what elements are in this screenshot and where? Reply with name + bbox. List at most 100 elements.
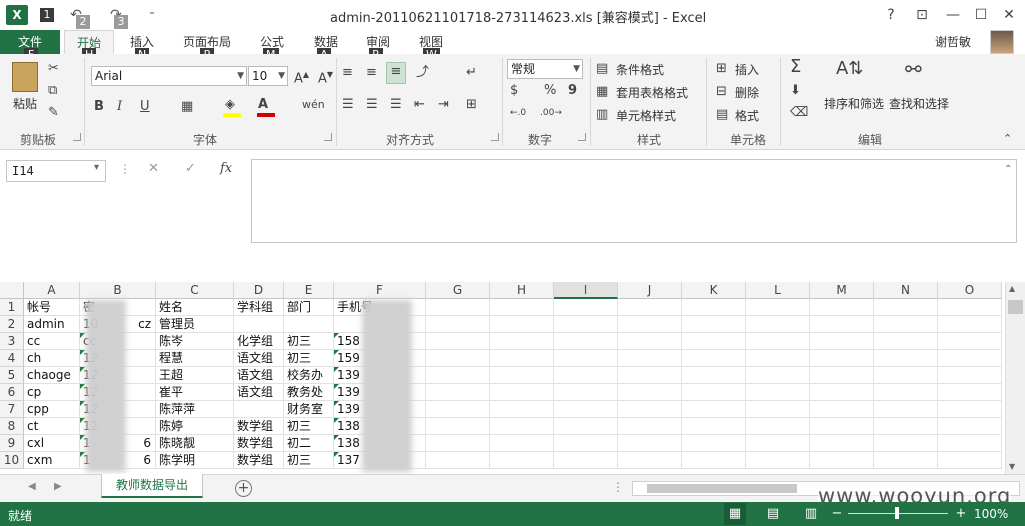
cell-n7[interactable] <box>874 401 938 418</box>
clear-icon[interactable]: ⌫ <box>790 104 808 122</box>
cell-h9[interactable] <box>490 435 554 452</box>
cell-l2[interactable] <box>746 316 810 333</box>
cell-c1[interactable]: 姓名 <box>156 299 234 316</box>
formula-input[interactable] <box>251 159 1017 243</box>
cell-e10[interactable]: 初三 <box>284 452 334 469</box>
column-header-j[interactable]: J <box>618 282 682 299</box>
row-header[interactable]: 3 <box>0 333 24 350</box>
cell-i7[interactable] <box>554 401 618 418</box>
align-bottom-icon[interactable]: ≡ <box>386 62 406 84</box>
cell-c7[interactable]: 陈萍萍 <box>156 401 234 418</box>
cell-g4[interactable] <box>426 350 490 367</box>
cell-c9[interactable]: 陈晓靓 <box>156 435 234 452</box>
cell-k5[interactable] <box>682 367 746 384</box>
cell-j1[interactable] <box>618 299 682 316</box>
binoculars-icon[interactable]: ⚯ <box>905 59 922 79</box>
cell-e6[interactable]: 教务处 <box>284 384 334 401</box>
cell-c4[interactable]: 程慧 <box>156 350 234 367</box>
cell-d6[interactable]: 语文组 <box>234 384 284 401</box>
zoom-in-button[interactable]: + <box>950 503 972 525</box>
page-layout-view-icon[interactable]: ▤ <box>762 503 784 525</box>
column-header-a[interactable]: A <box>24 282 80 299</box>
cell-h7[interactable] <box>490 401 554 418</box>
cell-d1[interactable]: 学科组 <box>234 299 284 316</box>
number-format-combo[interactable]: 常规 ▼ <box>507 59 583 79</box>
cell-h6[interactable] <box>490 384 554 401</box>
tab-split-grip-icon[interactable]: ⋮ <box>612 480 624 494</box>
cell-e1[interactable]: 部门 <box>284 299 334 316</box>
insert-function-button[interactable]: fx <box>220 160 232 178</box>
orientation-icon[interactable]: ⤴ <box>416 64 429 82</box>
align-center-icon[interactable]: ☰ <box>366 96 378 114</box>
cell-h1[interactable] <box>490 299 554 316</box>
cell-o7[interactable] <box>938 401 1002 418</box>
collapse-ribbon-icon[interactable]: ⌃ <box>1003 130 1012 148</box>
cell-d9[interactable]: 数学组 <box>234 435 284 452</box>
cell-a8[interactable]: ct <box>24 418 80 435</box>
cell-j7[interactable] <box>618 401 682 418</box>
cell-g6[interactable] <box>426 384 490 401</box>
column-header-e[interactable]: E <box>284 282 334 299</box>
underline-button[interactable]: U <box>140 98 150 116</box>
cell-l5[interactable] <box>746 367 810 384</box>
cell-m9[interactable] <box>810 435 874 452</box>
cell-k4[interactable] <box>682 350 746 367</box>
cell-g1[interactable] <box>426 299 490 316</box>
sort-filter-button[interactable]: 排序和筛选 <box>824 95 884 112</box>
row-header[interactable]: 1 <box>0 299 24 316</box>
row-header[interactable]: 4 <box>0 350 24 367</box>
font-size-combo[interactable]: 10 ▼ <box>248 66 288 86</box>
decrease-font-icon[interactable]: A▼ <box>318 66 333 88</box>
ribbon-display-button[interactable]: ⊡ <box>911 4 933 26</box>
paste-button[interactable]: 粘贴 <box>13 95 37 112</box>
cell-o3[interactable] <box>938 333 1002 350</box>
maximize-button[interactable]: ☐ <box>970 4 992 26</box>
cell-d3[interactable]: 化学组 <box>234 333 284 350</box>
insert-cells-button[interactable]: 插入 <box>735 61 759 78</box>
cell-i10[interactable] <box>554 452 618 469</box>
comma-style-button[interactable]: 9 <box>568 82 577 100</box>
user-name[interactable]: 谢哲敏 <box>935 33 971 50</box>
cell-k2[interactable] <box>682 316 746 333</box>
align-middle-icon[interactable]: ≡ <box>366 64 377 82</box>
cell-a9[interactable]: cxl <box>24 435 80 452</box>
cell-m6[interactable] <box>810 384 874 401</box>
cell-style-icon[interactable]: ▥ <box>596 106 608 124</box>
cell-a7[interactable]: cpp <box>24 401 80 418</box>
cell-n2[interactable] <box>874 316 938 333</box>
cell-h4[interactable] <box>490 350 554 367</box>
cell-c3[interactable]: 陈岑 <box>156 333 234 350</box>
close-button[interactable]: ✕ <box>998 4 1020 26</box>
cell-e8[interactable]: 初三 <box>284 418 334 435</box>
cell-o6[interactable] <box>938 384 1002 401</box>
namebox-chevron-down-icon[interactable]: ▾ <box>94 162 99 173</box>
align-right-icon[interactable]: ☰ <box>390 96 402 114</box>
cell-k10[interactable] <box>682 452 746 469</box>
enter-button[interactable]: ✓ <box>185 160 196 178</box>
number-launcher-icon[interactable] <box>578 133 586 141</box>
row-header[interactable]: 2 <box>0 316 24 333</box>
merge-center-icon[interactable]: ⊞ <box>466 96 477 114</box>
cell-n8[interactable] <box>874 418 938 435</box>
column-header-o[interactable]: O <box>938 282 1002 299</box>
insert-cells-icon[interactable]: ⊞ <box>716 60 727 78</box>
cell-n4[interactable] <box>874 350 938 367</box>
percent-button[interactable]: % <box>544 82 556 100</box>
cell-l10[interactable] <box>746 452 810 469</box>
column-header-f[interactable]: F <box>334 282 426 299</box>
cell-j4[interactable] <box>618 350 682 367</box>
cell-d2[interactable] <box>234 316 284 333</box>
name-box[interactable]: I14 <box>6 160 106 182</box>
sort-filter-icon[interactable]: A⇅ <box>836 60 863 78</box>
format-painter-icon[interactable]: ✎ <box>48 104 59 122</box>
cell-d8[interactable]: 数学组 <box>234 418 284 435</box>
cell-a6[interactable]: cp <box>24 384 80 401</box>
table-format-icon[interactable]: ▦ <box>596 83 608 101</box>
delete-cells-icon[interactable]: ⊟ <box>716 83 727 101</box>
cell-c5[interactable]: 王超 <box>156 367 234 384</box>
cell-d4[interactable]: 语文组 <box>234 350 284 367</box>
cell-n9[interactable] <box>874 435 938 452</box>
cell-j5[interactable] <box>618 367 682 384</box>
increase-decimal-icon[interactable]: ←.0 <box>510 104 526 122</box>
paste-icon[interactable] <box>12 62 38 92</box>
